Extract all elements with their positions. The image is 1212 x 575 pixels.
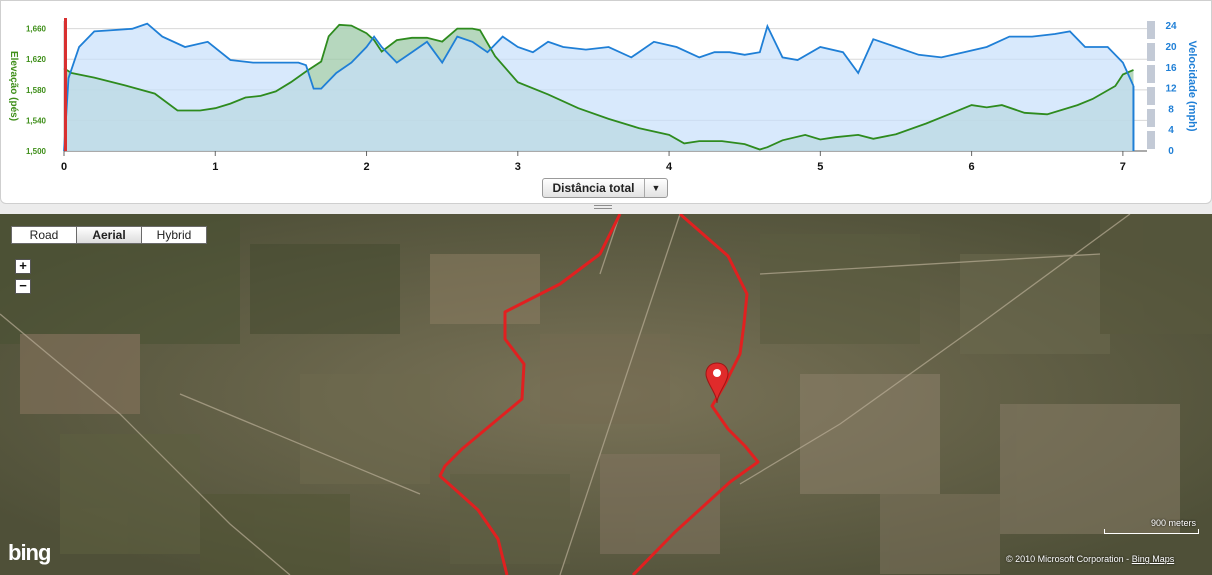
right-axis-bar	[1147, 65, 1155, 83]
chart-panel: 1,500 1,540 1,580 1,620 1,660 0 4 8 12 16 20 24 0 1 2 3…	[0, 0, 1212, 204]
aerial-map[interactable]	[0, 214, 1212, 575]
x-tick-label: 6	[969, 161, 975, 173]
y-left-tick-label: 1,500	[26, 147, 47, 156]
y-right-tick-label: 16	[1165, 63, 1177, 74]
y-right-tick-label: 8	[1168, 104, 1174, 115]
right-axis-bar	[1147, 131, 1155, 149]
y-left-tick-label: 1,580	[26, 86, 47, 95]
y-right-tick-label: 20	[1165, 42, 1177, 53]
scale-bar	[1104, 529, 1199, 534]
right-axis-bar	[1147, 109, 1155, 127]
elevation-speed-chart: 1,5001,5401,5801,6201,660048121620240 1 2 3…	[8, 18, 1198, 173]
map-type-selector: Road Aerial Hybrid	[11, 226, 207, 244]
y-left-tick-label: 1,540	[26, 116, 47, 125]
position-cursor	[64, 18, 67, 151]
bing-logo: bing	[8, 540, 51, 565]
distance-metric-dropdown[interactable]: Distância total ▼	[542, 178, 668, 198]
zoom-in-button[interactable]: +	[15, 259, 31, 274]
map-type-road[interactable]: Road	[12, 227, 77, 243]
right-axis-bar	[1147, 87, 1155, 105]
y-left-axis-title: Elevação (pés)	[8, 51, 19, 121]
map-type-aerial[interactable]: Aerial	[77, 227, 142, 243]
chevron-down-icon: ▼	[651, 183, 661, 193]
panel-resize-handle[interactable]	[594, 205, 612, 211]
right-axis-bar	[1147, 21, 1155, 39]
distance-metric-label: Distância total	[552, 181, 635, 195]
x-tick-label: 3	[515, 161, 521, 173]
map-type-hybrid[interactable]: Hybrid	[142, 227, 206, 243]
x-tick-label: 4	[666, 161, 673, 173]
x-tick-label: 2	[363, 161, 369, 173]
map-panel[interactable]	[0, 214, 1212, 575]
right-axis-bar	[1147, 43, 1155, 61]
y-left-tick-label: 1,620	[26, 55, 47, 64]
copyright: © 2010 Microsoft Corporation - Bing Maps	[1006, 554, 1175, 564]
x-tick-label: 5	[817, 161, 823, 173]
x-tick-label: 1	[212, 161, 218, 173]
scale-label: 900 meters	[1150, 518, 1196, 528]
zoom-out-button[interactable]: −	[15, 279, 31, 294]
y-right-tick-label: 12	[1165, 84, 1177, 95]
y-right-tick-label: 24	[1165, 21, 1177, 32]
y-right-tick-label: 0	[1168, 146, 1174, 157]
y-left-tick-label: 1,660	[26, 25, 47, 34]
x-tick-label: 7	[1120, 161, 1126, 173]
bing-maps-link[interactable]: Bing Maps	[1132, 554, 1175, 564]
x-tick-label: 0	[61, 161, 67, 173]
location-pin-icon[interactable]	[704, 362, 730, 404]
y-right-tick-label: 4	[1168, 125, 1174, 136]
y-right-axis-title: Velocidade (mph)	[1186, 40, 1198, 131]
